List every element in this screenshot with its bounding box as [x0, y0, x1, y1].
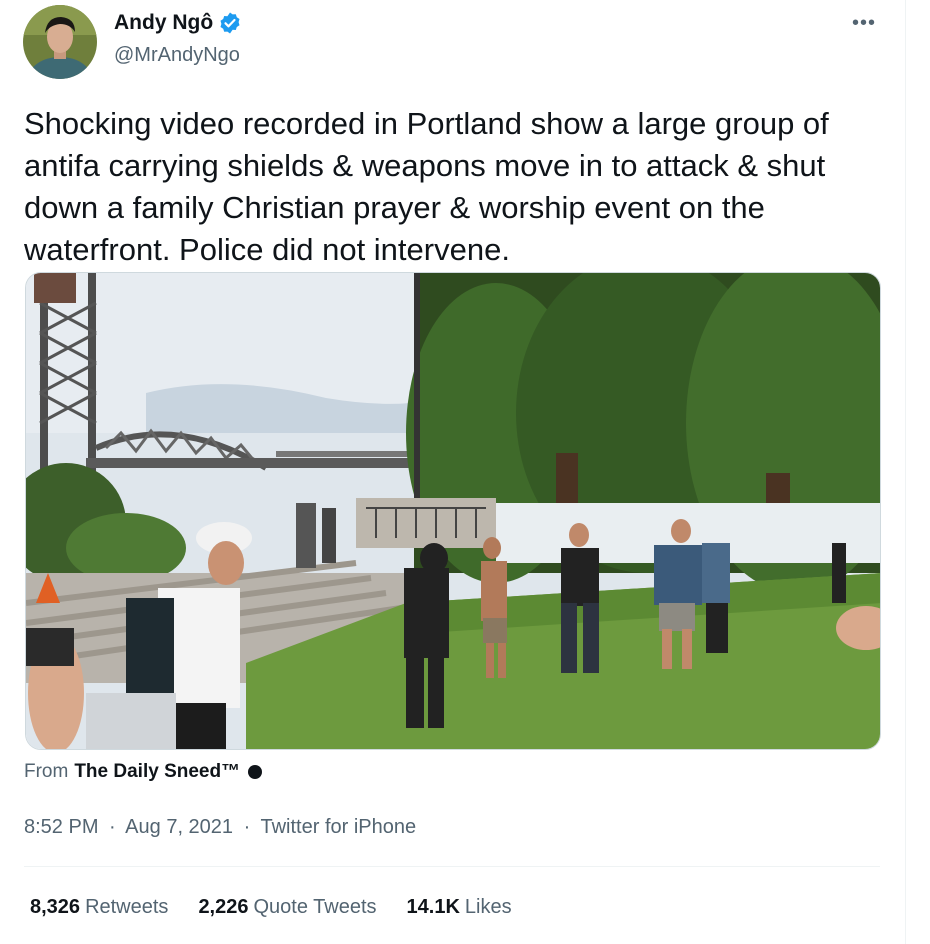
- likes-stat[interactable]: 14.1K Likes: [407, 896, 512, 919]
- quote-tweets-label: Quote Tweets: [253, 896, 377, 918]
- divider: [24, 866, 880, 867]
- meta-separator: ·: [243, 816, 251, 838]
- source-status-icon: [248, 765, 263, 779]
- tweet-time[interactable]: 8:52 PM: [24, 816, 98, 838]
- likes-count: 14.1K: [406, 896, 460, 918]
- likes-label: Likes: [464, 896, 512, 918]
- retweets-count: 8,326: [30, 896, 81, 918]
- retweets-label: Retweets: [85, 896, 169, 918]
- author-display-name[interactable]: Andy Ngô: [114, 11, 213, 35]
- tweet-video[interactable]: [25, 272, 881, 750]
- verified-badge-icon: [220, 12, 240, 34]
- column-divider: [905, 0, 906, 944]
- quote-tweets-count: 2,226: [198, 896, 249, 918]
- source-name[interactable]: The Daily Sneed™: [74, 761, 240, 783]
- more-options-icon[interactable]: •••: [852, 12, 876, 35]
- tweet-text: Shocking video recorded in Portland show…: [24, 106, 829, 267]
- tweet-metadata: 8:52 PM · Aug 7, 2021 · Twitter for iPho…: [24, 816, 416, 839]
- author-handle[interactable]: @MrAndyNgo: [114, 44, 240, 67]
- avatar[interactable]: [23, 5, 97, 79]
- media-source: From The Daily Sneed™: [24, 761, 263, 783]
- quote-tweets-stat[interactable]: 2,226 Quote Tweets: [198, 896, 376, 919]
- tweet-date[interactable]: Aug 7, 2021: [125, 816, 233, 838]
- author-name-row[interactable]: Andy Ngô: [114, 11, 242, 35]
- tweet-client[interactable]: Twitter for iPhone: [260, 816, 416, 838]
- retweets-stat[interactable]: 8,326 Retweets: [30, 896, 168, 919]
- engagement-stats: 8,326 Retweets 2,226 Quote Tweets 14.1K Lik…: [30, 896, 542, 919]
- source-prefix: From: [24, 761, 69, 782]
- meta-separator: ·: [109, 816, 116, 838]
